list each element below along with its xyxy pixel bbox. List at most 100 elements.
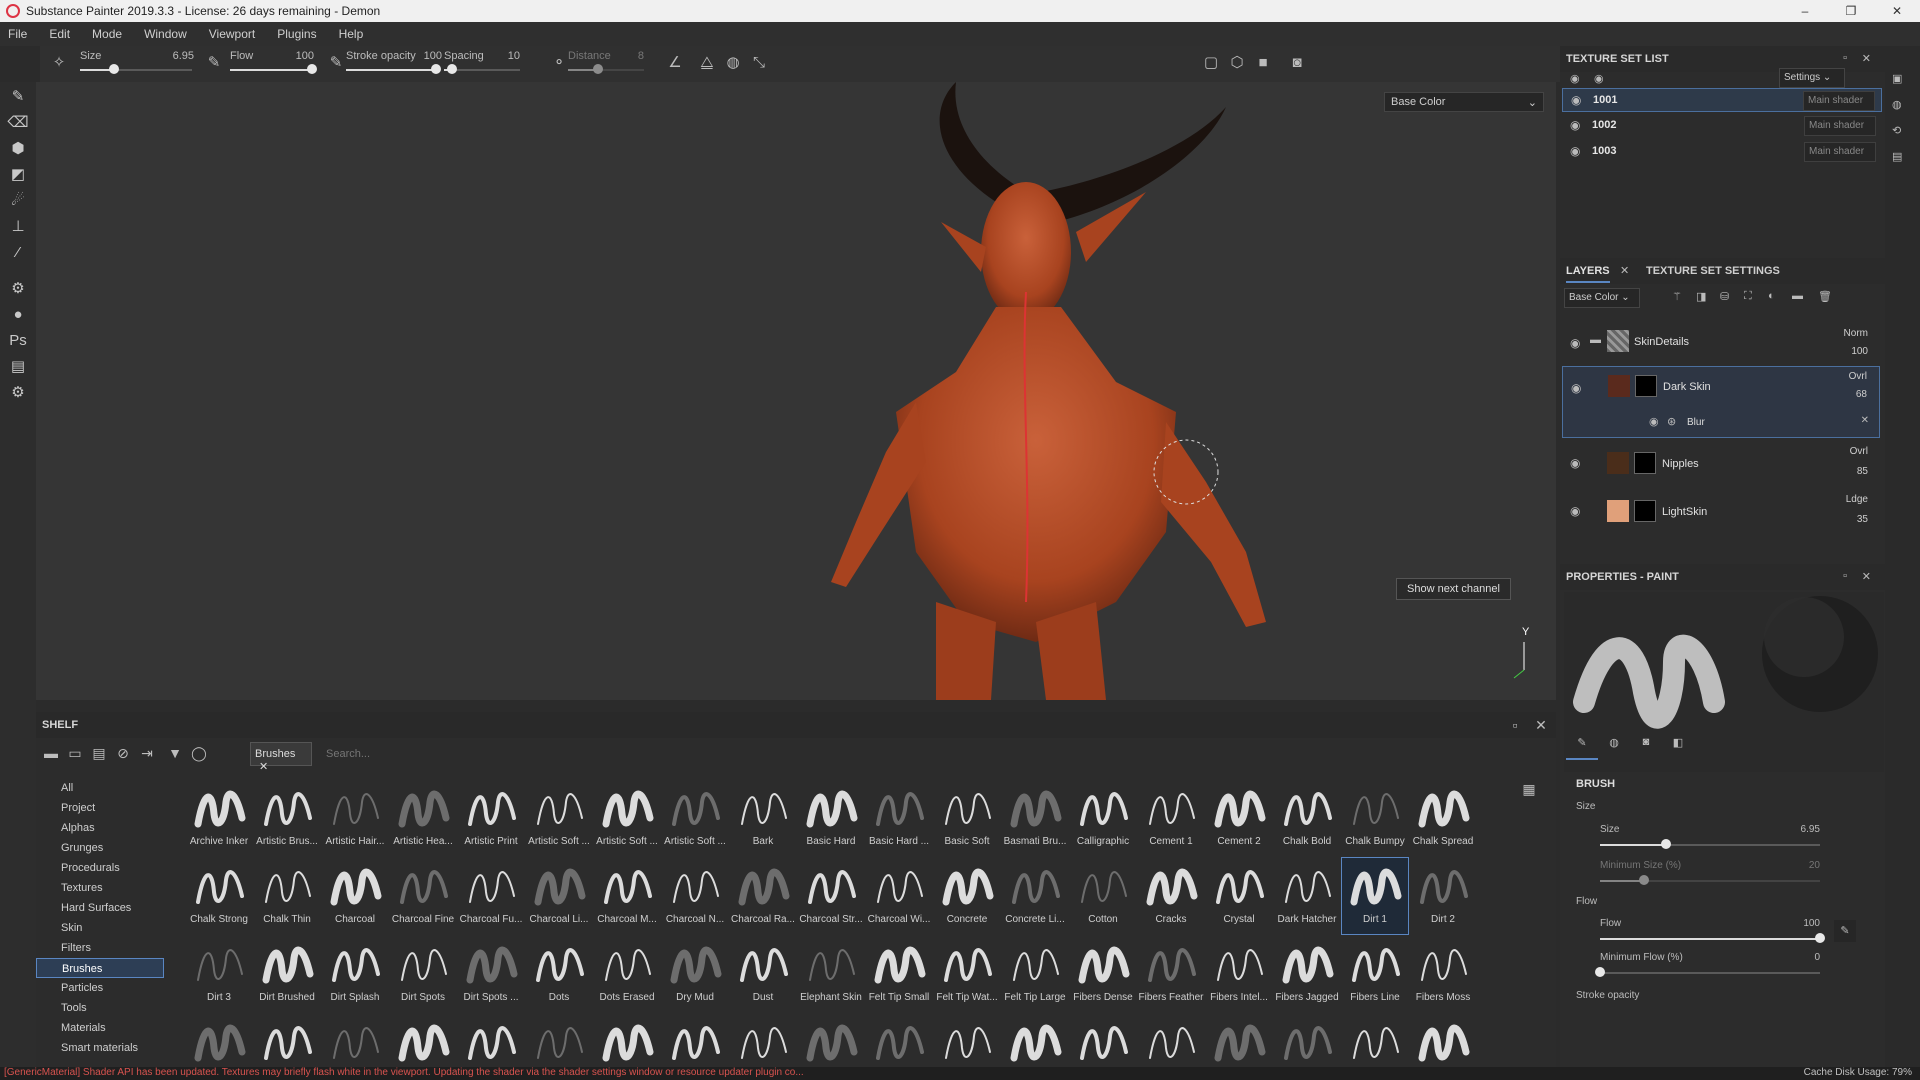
projection-tool-icon[interactable]: ⬢ <box>7 138 29 160</box>
brush-tile[interactable]: Basic Hard ... <box>866 780 932 856</box>
alpha-tab-icon[interactable]: ◙ <box>1630 736 1662 760</box>
eye-icon[interactable]: ◉ <box>1594 72 1604 85</box>
channel-dropdown[interactable]: Base Color ⌄ <box>1384 92 1544 112</box>
brush-tile[interactable] <box>390 1014 456 1070</box>
pen-pressure-icon[interactable]: ✎ <box>325 52 347 74</box>
brush-tile[interactable]: Bark <box>730 780 796 856</box>
brush-tile[interactable]: Fibers Feather <box>1138 936 1204 1012</box>
eye-icon[interactable]: ◉ <box>1570 144 1580 158</box>
add-effect-icon[interactable]: ⚚ <box>1672 290 1682 303</box>
shader-dropdown[interactable]: Main shader <box>1803 91 1875 111</box>
dot-icon[interactable]: ● <box>7 304 29 326</box>
brush-tile[interactable]: Fibers Line <box>1342 936 1408 1012</box>
export-icon[interactable]: ▤ <box>7 356 29 378</box>
refresh-icon[interactable]: ◯ <box>188 742 210 764</box>
shelf-category-filters[interactable]: Filters <box>36 938 164 958</box>
texture-set-row[interactable]: ◉ 1001 Main shader <box>1562 88 1882 112</box>
3d-viewport[interactable]: Base Color ⌄ Y <box>36 82 1556 700</box>
layer-row[interactable]: ◉ LightSkin Ldge 35 <box>1562 490 1880 530</box>
add-mask-icon[interactable]: ◨ <box>1696 290 1706 303</box>
brush-tile[interactable]: Dirt 3 <box>186 936 252 1012</box>
shelf-category-skin[interactable]: Skin <box>36 918 164 938</box>
brush-tile[interactable] <box>1342 1014 1408 1070</box>
property-min-flow-slider[interactable]: Minimum Flow (%) 0 <box>1595 952 1820 978</box>
shelf-category-all[interactable]: All <box>36 778 164 798</box>
camera-icon[interactable]: ■ <box>1252 52 1274 74</box>
view-2d-icon[interactable]: ▢ <box>1200 52 1222 74</box>
brush-tile[interactable]: Chalk Bumpy <box>1342 780 1408 856</box>
tab-layers[interactable]: LAYERS <box>1566 265 1610 283</box>
brushes-filter-chip[interactable]: Brushes ✕ <box>250 742 312 773</box>
brush-tile[interactable]: Charcoal N... <box>662 858 728 934</box>
eye-icon[interactable]: ◉ <box>1570 336 1580 350</box>
eye-icon[interactable]: ◉ <box>1570 456 1580 470</box>
brush-tile[interactable]: Dirt Spots <box>390 936 456 1012</box>
brush-tile[interactable]: Dirt Splash <box>322 936 388 1012</box>
brush-tile[interactable]: Cement 2 <box>1206 780 1272 856</box>
delete-icon[interactable]: 🗑 <box>1818 290 1832 303</box>
brush-tile[interactable]: Felt Tip Wat... <box>934 936 1000 1012</box>
pen-pressure-icon[interactable]: ✎ <box>1834 920 1856 942</box>
color-picker-icon[interactable]: ⁄ <box>7 242 29 264</box>
maximize-button[interactable]: ❐ <box>1828 0 1874 22</box>
new-folder-icon[interactable]: ▭ <box>64 742 86 764</box>
effect-name[interactable]: Blur <box>1687 417 1705 428</box>
distance-slider[interactable]: Distance 8 <box>568 50 650 78</box>
add-smart-material-icon[interactable]: ◐ <box>1768 290 1775 302</box>
eye-icon[interactable]: ◉ <box>1571 381 1581 395</box>
brush-tile[interactable]: Felt Tip Large <box>1002 936 1068 1012</box>
brush-tile[interactable]: Elephant Skin <box>798 936 864 1012</box>
property-size-slider[interactable]: Size 6.95 <box>1600 824 1820 850</box>
blend-mode-dropdown[interactable]: Ldge <box>1846 494 1868 505</box>
minimize-button[interactable]: – <box>1782 0 1828 22</box>
shelf-category-smart-materials[interactable]: Smart materials <box>36 1038 164 1058</box>
brush-tile[interactable]: Cracks <box>1138 858 1204 934</box>
display-settings-icon[interactable]: ▣ <box>1892 72 1902 85</box>
undock-icon[interactable]: ▫ <box>1504 714 1526 736</box>
brush-tile[interactable]: Charcoal <box>322 858 388 934</box>
shelf-category-materials[interactable]: Materials <box>36 1018 164 1038</box>
eye-icon[interactable]: ◉ <box>1570 72 1580 85</box>
paint-brush-icon[interactable]: ✎ <box>7 86 29 108</box>
brush-tile[interactable]: Fibers Intel... <box>1206 936 1272 1012</box>
add-paint-layer-icon[interactable]: ⛶ <box>1744 290 1752 303</box>
menu-help[interactable]: Help <box>339 27 364 41</box>
brush-tile[interactable]: Cotton <box>1070 858 1136 934</box>
shelf-category-alphas[interactable]: Alphas <box>36 818 164 838</box>
brush-tile[interactable]: Fibers Dense <box>1070 936 1136 1012</box>
brush-tile[interactable]: Dirt 1 <box>1341 857 1409 935</box>
brush-tile[interactable]: Fibers Moss <box>1410 936 1476 1012</box>
opacity-value[interactable]: 35 <box>1857 514 1868 525</box>
add-fill-layer-icon[interactable]: ⛁ <box>1720 290 1729 303</box>
stencil-tab-icon[interactable]: ◧ <box>1662 736 1694 760</box>
brush-tile[interactable] <box>1206 1014 1272 1070</box>
brush-tile[interactable]: Dirt 2 <box>1410 858 1476 934</box>
brush-tile[interactable]: Charcoal Ra... <box>730 858 796 934</box>
brush-tile[interactable]: Charcoal Wi... <box>866 858 932 934</box>
brush-tile[interactable] <box>934 1014 1000 1070</box>
blend-mode-dropdown[interactable]: Ovrl <box>1850 446 1868 457</box>
brush-tile[interactable] <box>186 1014 252 1070</box>
smudge-icon[interactable]: ☄ <box>7 190 29 212</box>
shelf-search-input[interactable] <box>320 742 1520 766</box>
shelf-category-procedurals[interactable]: Procedurals <box>36 858 164 878</box>
shelf-category-grunges[interactable]: Grunges <box>36 838 164 858</box>
brush-tile[interactable]: Concrete Li... <box>1002 858 1068 934</box>
polygon-fill-icon[interactable]: ◩ <box>7 164 29 186</box>
eye-icon[interactable]: ◉ <box>1570 118 1580 132</box>
brush-tile[interactable]: Concrete <box>934 858 1000 934</box>
close-icon[interactable]: ✕ <box>259 761 268 773</box>
shelf-category-hard-surfaces[interactable]: Hard Surfaces <box>36 898 164 918</box>
undock-icon[interactable]: ▫ <box>1843 52 1847 64</box>
shelf-category-particles[interactable]: Particles <box>36 978 164 998</box>
settings-dropdown[interactable]: Settings ⌄ <box>1779 68 1845 88</box>
property-flow-slider[interactable]: Flow 100 <box>1600 918 1825 944</box>
layer-row[interactable]: ◉ Dark Skin Ovrl 68 ◉ ⊛ Blur ✕ <box>1562 366 1880 438</box>
brush-tile[interactable] <box>458 1014 524 1070</box>
shader-dropdown[interactable]: Main shader <box>1804 116 1876 136</box>
shader-dropdown[interactable]: Main shader <box>1804 142 1876 162</box>
menu-edit[interactable]: Edit <box>49 27 70 41</box>
close-icon[interactable]: ✕ <box>1862 570 1871 583</box>
brush-tile[interactable] <box>798 1014 864 1070</box>
brush-tile[interactable]: Dirt Spots ... <box>458 936 524 1012</box>
